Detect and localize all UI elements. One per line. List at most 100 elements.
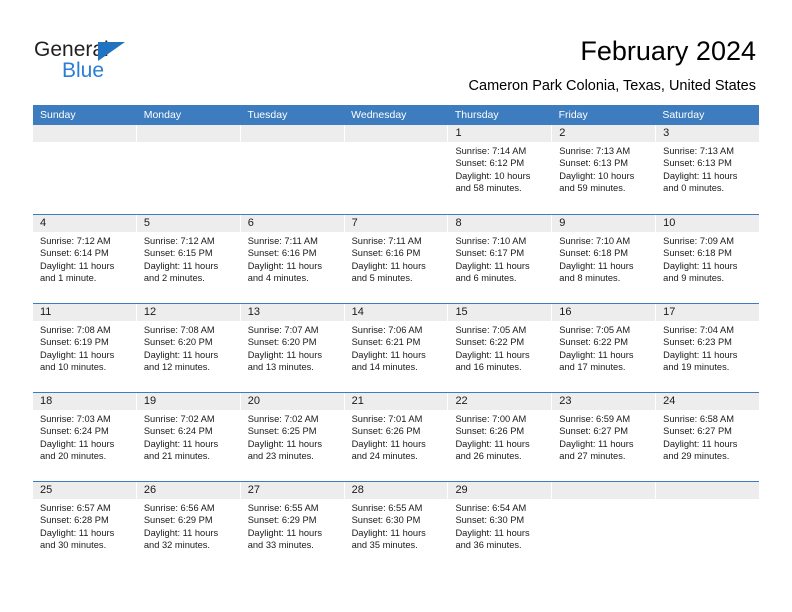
daylight-text: Daylight: 11 hours [455,438,530,449]
calendar-day-cell[interactable]: 21 Sunrise: 7:01 AM Sunset: 6:26 PM Dayligh… [344,393,449,481]
calendar-day-cell[interactable]: 25 Sunrise: 6:57 AM Sunset: 6:28 PM Dayligh… [33,482,137,570]
sunset-text: Sunset: 6:13 PM [663,158,732,169]
daylight-text: Daylight: 11 hours [455,527,530,538]
calendar-day-cell[interactable]: 5 Sunrise: 7:12 AM Sunset: 6:15 PM Daylight… [136,215,241,303]
day-sun-info: Sunrise: 7:10 AM Sunset: 6:17 PM Daylight:… [448,232,551,285]
day-sun-info: Sunrise: 6:56 AM Sunset: 6:29 PM Daylight:… [137,499,240,552]
daylight-text: and 5 minutes. [351,273,413,284]
calendar-week-row: 1 Sunrise: 7:14 AM Sunset: 6:12 PM Daylight… [33,125,760,214]
day-sun-info: Sunrise: 7:04 AM Sunset: 6:23 PM Daylight:… [656,321,759,374]
daylight-text: and 30 minutes. [40,540,107,551]
page-header: General Blue February 2024 Cameron Park … [0,0,792,100]
day-number: 22 [448,393,552,410]
day-sun-info: Sunrise: 7:05 AM Sunset: 6:22 PM Daylight:… [552,321,655,374]
daylight-text: and 13 minutes. [247,362,314,373]
day-number: 10 [656,215,760,232]
calendar-grid: Sunday Monday Tuesday Wednesday Thursday Frid… [33,105,760,570]
sunset-text: Sunset: 6:18 PM [663,248,732,259]
weekday-header-friday: Friday [558,109,588,121]
sunrise-text: Sunrise: 7:12 AM [143,236,215,246]
daylight-text: Daylight: 11 hours [143,349,219,360]
calendar-day-cell[interactable]: 16 Sunrise: 7:05 AM Sunset: 6:22 PM Dayligh… [552,304,657,392]
sunrise-text: Sunrise: 6:58 AM [663,414,734,424]
day-number: 23 [552,393,656,410]
calendar-day-cell[interactable]: 1 Sunrise: 7:14 AM Sunset: 6:12 PM Daylight… [448,125,553,214]
calendar-day-cell[interactable]: 19 Sunrise: 7:02 AM Sunset: 6:24 PM Dayligh… [136,393,241,481]
daylight-text: Daylight: 11 hours [143,527,219,538]
calendar-day-cell[interactable]: 29 Sunrise: 6:54 AM Sunset: 6:30 PM Dayligh… [448,482,553,570]
calendar-day-cell[interactable]: 15 Sunrise: 7:05 AM Sunset: 6:22 PM Dayligh… [448,304,553,392]
calendar-day-cell[interactable]: 8 Sunrise: 7:10 AM Sunset: 6:17 PM Daylight… [448,215,553,303]
daylight-text: and 26 minutes. [455,451,522,462]
sunset-text: Sunset: 6:28 PM [40,515,109,526]
calendar-day-cell[interactable]: 26 Sunrise: 6:56 AM Sunset: 6:29 PM Dayligh… [136,482,241,570]
daylight-text: Daylight: 11 hours [247,260,322,271]
calendar-day-cell[interactable]: 3 Sunrise: 7:13 AM Sunset: 6:13 PM Daylight… [656,125,760,214]
day-number: 26 [136,482,240,499]
calendar-day-cell[interactable]: 18 Sunrise: 7:03 AM Sunset: 6:24 PM Dayligh… [33,393,137,481]
day-sun-info: Sunrise: 7:08 AM Sunset: 6:19 PM Daylight:… [33,321,136,374]
calendar-day-cell[interactable]: 23 Sunrise: 6:59 AM Sunset: 6:27 PM Dayligh… [552,393,657,481]
daylight-text: Daylight: 11 hours [351,438,426,449]
calendar-day-cell[interactable]: 11 Sunrise: 7:08 AM Sunset: 6:19 PM Dayligh… [33,304,137,392]
calendar-day-cell[interactable]: 14 Sunrise: 7:06 AM Sunset: 6:21 PM Dayligh… [344,304,449,392]
sunrise-text: Sunrise: 7:05 AM [455,325,527,335]
daylight-text: Daylight: 11 hours [143,438,219,449]
calendar-week-row: 11 Sunrise: 7:08 AM Sunset: 6:19 PM Dayligh… [33,303,760,392]
calendar-day-cell[interactable]: 6 Sunrise: 7:11 AM Sunset: 6:16 PM Daylight… [240,215,345,303]
calendar-day-cell[interactable]: 12 Sunrise: 7:08 AM Sunset: 6:20 PM Dayligh… [136,304,241,392]
day-number: 8 [448,215,552,232]
day-number: 12 [136,304,240,321]
calendar-day-cell[interactable]: 20 Sunrise: 7:02 AM Sunset: 6:25 PM Dayligh… [240,393,345,481]
day-number: 1 [448,125,552,142]
daylight-text: Daylight: 11 hours [40,260,115,271]
calendar-day-cell[interactable]: 2 Sunrise: 7:13 AM Sunset: 6:13 PM Daylight… [552,125,657,214]
sunrise-text: Sunrise: 7:13 AM [663,146,734,156]
calendar-day-cell[interactable]: 22 Sunrise: 7:00 AM Sunset: 6:26 PM Dayligh… [448,393,553,481]
calendar-day-cell[interactable]: 24 Sunrise: 6:58 AM Sunset: 6:27 PM Dayligh… [656,393,760,481]
daylight-text: and 24 minutes. [351,451,418,462]
daylight-text: Daylight: 11 hours [351,527,426,538]
day-number: 16 [552,304,656,321]
weekday-header-tuesday: Tuesday [247,109,288,121]
calendar-day-cell[interactable]: 10 Sunrise: 7:09 AM Sunset: 6:18 PM Dayligh… [656,215,760,303]
calendar-day-cell[interactable]: 7 Sunrise: 7:11 AM Sunset: 6:16 PM Daylight… [344,215,449,303]
calendar-day-cell-empty [136,125,241,214]
calendar-day-cell[interactable]: 28 Sunrise: 6:55 AM Sunset: 6:30 PM Dayligh… [344,482,449,570]
calendar-day-cell[interactable]: 4 Sunrise: 7:12 AM Sunset: 6:14 PM Daylight… [33,215,137,303]
day-sun-info: Sunrise: 6:54 AM Sunset: 6:30 PM Daylight:… [448,499,551,552]
daylight-text: and 16 minutes. [455,362,522,373]
daylight-text: Daylight: 11 hours [351,260,426,271]
daylight-text: Daylight: 11 hours [247,527,322,538]
weekday-header-monday: Monday [143,109,182,121]
daylight-text: Daylight: 11 hours [455,349,530,360]
sunrise-text: Sunrise: 7:14 AM [455,146,527,156]
calendar-day-cell[interactable]: 17 Sunrise: 7:04 AM Sunset: 6:23 PM Dayligh… [656,304,760,392]
calendar-day-cell[interactable]: 13 Sunrise: 7:07 AM Sunset: 6:20 PM Dayligh… [240,304,345,392]
sunset-text: Sunset: 6:22 PM [559,337,629,348]
daylight-text: Daylight: 11 hours [143,260,219,271]
daylight-text: and 17 minutes. [559,362,626,373]
sunset-text: Sunset: 6:20 PM [143,337,213,348]
sunset-text: Sunset: 6:27 PM [663,426,732,437]
sunset-text: Sunset: 6:30 PM [351,515,421,526]
day-sun-info: Sunrise: 7:01 AM Sunset: 6:26 PM Daylight:… [345,410,448,463]
general-blue-logo[interactable]: General Blue [34,38,204,86]
daylight-text: Daylight: 11 hours [663,438,738,449]
calendar-day-cell[interactable]: 27 Sunrise: 6:55 AM Sunset: 6:29 PM Dayligh… [240,482,345,570]
day-number: 17 [656,304,760,321]
sunrise-text: Sunrise: 7:12 AM [40,236,111,246]
day-sun-info: Sunrise: 7:09 AM Sunset: 6:18 PM Daylight:… [656,232,759,285]
daylight-text: and 19 minutes. [663,362,730,373]
daylight-text: Daylight: 11 hours [247,349,322,360]
daylight-text: and 9 minutes. [663,273,725,284]
sunrise-text: Sunrise: 7:11 AM [351,236,422,246]
calendar-page: General Blue February 2024 Cameron Park … [0,0,792,612]
calendar-day-cell[interactable]: 9 Sunrise: 7:10 AM Sunset: 6:18 PM Daylight… [552,215,657,303]
sunrise-text: Sunrise: 6:56 AM [143,503,215,513]
weekday-header-wednesday: Wednesday [351,109,407,121]
daylight-text: Daylight: 11 hours [663,260,738,271]
day-number: 15 [448,304,552,321]
day-number: 11 [33,304,136,321]
page-subtitle-location: Cameron Park Colonia, Texas, United Stat… [468,78,756,94]
